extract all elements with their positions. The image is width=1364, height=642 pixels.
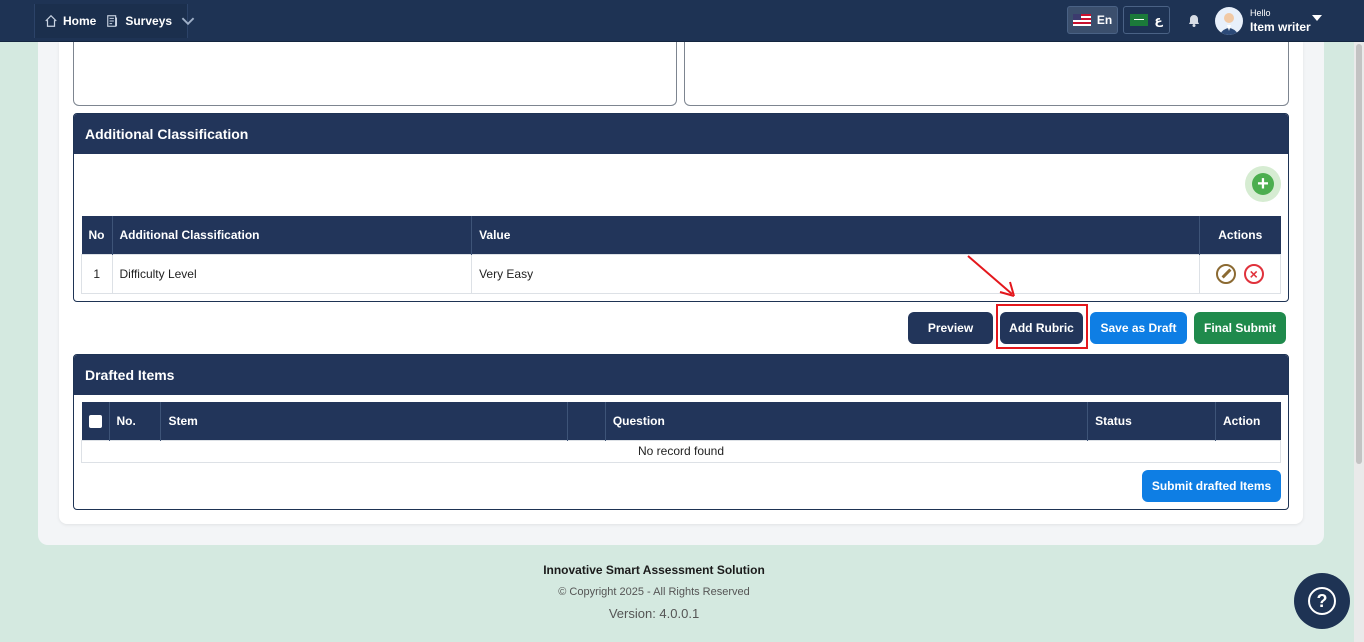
home-icon (45, 14, 57, 27)
row-classification: Difficulty Level (111, 253, 473, 294)
nav-home[interactable]: Home (44, 14, 96, 28)
preview-button[interactable]: Preview (908, 312, 993, 344)
help-icon: ? (1308, 587, 1336, 615)
table-header-row: No. Stem Question Status Action (81, 402, 1281, 440)
text-area-left[interactable] (73, 42, 677, 106)
submit-drafted-items-button[interactable]: Submit drafted Items (1142, 470, 1281, 502)
chevron-down-icon (181, 17, 195, 26)
delete-icon[interactable]: × (1243, 263, 1264, 284)
row-value: Very Easy (471, 253, 1201, 294)
drafted-items-title: Drafted Items (74, 355, 1288, 395)
footer-copyright: © Copyright 2025 - All Rights Reserved (558, 586, 750, 598)
footer-version: Version: 4.0.0.1 (608, 606, 700, 621)
language-ar-label: ع (1154, 13, 1163, 27)
column-header: Question (605, 402, 1089, 440)
user-avatar-icon (1219, 13, 1239, 35)
nav-surveys[interactable]: Surveys (106, 14, 195, 28)
column-header (567, 402, 606, 440)
column-header: Additional Classification (112, 216, 473, 254)
scrollbar-thumb[interactable] (1356, 44, 1362, 464)
username[interactable]: Item writer (1250, 20, 1311, 34)
select-all-cell (81, 402, 110, 440)
column-header: Action (1215, 402, 1281, 440)
nav-surveys-label: Surveys (125, 14, 173, 28)
table-row: No record found (81, 439, 1281, 463)
footer-title: Innovative Smart Assessment Solution (543, 563, 765, 577)
language-ar-button[interactable]: ع (1123, 6, 1170, 34)
annotation-arrow (967, 255, 1015, 297)
us-flag-icon (1072, 14, 1091, 26)
empty-state: No record found (81, 439, 1281, 463)
greeting: Hello (1250, 8, 1271, 18)
edit-icon[interactable] (1216, 263, 1237, 284)
save-as-draft-button[interactable]: Save as Draft (1090, 312, 1187, 344)
plus-icon: + (1252, 173, 1274, 195)
classification-table: No Additional Classification Value Actio… (81, 216, 1281, 294)
add-classification-button[interactable]: + (1245, 166, 1281, 202)
nav-home-label: Home (63, 14, 97, 28)
table-header-row: No Additional Classification Value Actio… (81, 216, 1281, 254)
help-button[interactable]: ? (1294, 573, 1350, 629)
column-header: Actions (1199, 216, 1281, 254)
sa-flag-icon (1130, 14, 1149, 26)
final-submit-button[interactable]: Final Submit (1194, 312, 1286, 344)
select-all-checkbox[interactable] (88, 414, 102, 428)
column-header: Value (471, 216, 1201, 254)
column-header: Status (1087, 402, 1216, 440)
main-nav: Home Surveys (34, 4, 195, 38)
surveys-icon (107, 15, 118, 27)
language-en-label: En (1096, 13, 1113, 27)
table-row: 1 Difficulty Level Very Easy × (81, 253, 1281, 294)
avatar[interactable] (1215, 7, 1243, 35)
row-actions: × (1199, 253, 1281, 294)
column-header: Stem (160, 402, 568, 440)
user-menu-caret-icon[interactable] (1312, 15, 1322, 21)
bell-icon[interactable] (1186, 12, 1202, 28)
drafted-items-table: No. Stem Question Status Action No recor… (81, 402, 1281, 463)
highlight-box (996, 304, 1088, 349)
top-navbar: Home Surveys En ع Hello Item writer (0, 0, 1364, 42)
additional-classification-title: Additional Classification (74, 114, 1288, 154)
language-en-button[interactable]: En (1067, 6, 1118, 34)
column-header: No. (109, 402, 162, 440)
row-number: 1 (81, 253, 113, 294)
text-area-right[interactable] (684, 42, 1289, 106)
column-header: No (81, 216, 113, 254)
